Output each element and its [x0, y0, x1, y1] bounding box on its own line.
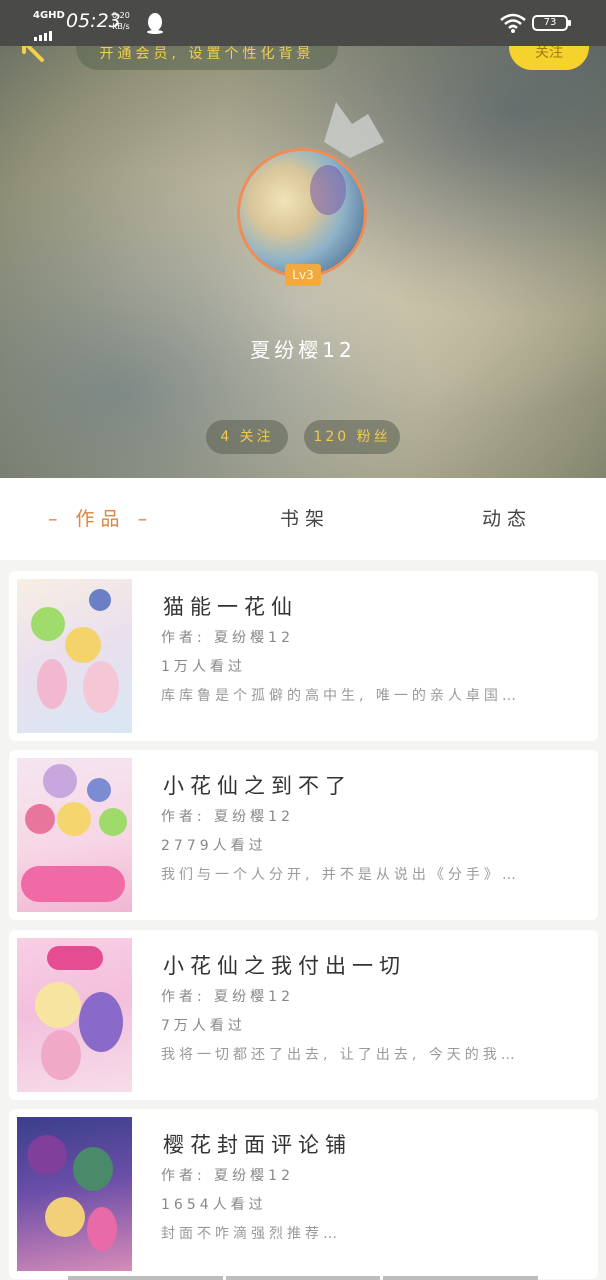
- work-views: 7万人看过: [161, 1018, 246, 1034]
- tab-bookshelf[interactable]: 书架: [280, 504, 330, 531]
- work-description: 我们与一个人分开, 并不是从说出《分手》…: [161, 867, 520, 883]
- work-description: 库库鲁是个孤僻的高中生, 唯一的亲人卓国…: [161, 688, 520, 704]
- following-count-button[interactable]: 4 关注: [206, 420, 288, 454]
- wifi-icon: [500, 13, 526, 33]
- battery-icon: 73: [532, 15, 571, 31]
- work-card[interactable]: 樱花封面评论铺 作者: 夏纷樱12 1654人看过 封面不咋滴强烈推荐…: [9, 1109, 598, 1279]
- work-cover-image[interactable]: [17, 938, 132, 1092]
- profile-tabs: – 作品 – 书架 动态: [0, 478, 606, 560]
- username: 夏纷樱12: [250, 338, 356, 362]
- work-author: 作者: 夏纷樱12: [161, 989, 294, 1005]
- follow-button[interactable]: 关注: [509, 46, 589, 70]
- speed-unit: KB/s: [112, 22, 130, 31]
- crown-icon: [324, 102, 384, 158]
- battery-level: 73: [543, 17, 557, 28]
- level-badge: Lv3: [285, 264, 321, 286]
- speed-value: 0.20: [112, 11, 130, 20]
- work-title[interactable]: 小花仙之到不了: [163, 770, 352, 800]
- signal-icon: [34, 22, 54, 41]
- tab-moments[interactable]: 动态: [482, 504, 532, 531]
- status-bar: 4GHD 05:23 0.20 KB/s 73: [0, 0, 606, 46]
- back-arrow-icon[interactable]: [18, 46, 48, 68]
- work-cover-image[interactable]: [17, 579, 132, 733]
- work-views: 1万人看过: [161, 659, 246, 675]
- work-title[interactable]: 樱花封面评论铺: [163, 1129, 352, 1159]
- work-views: 2779人看过: [161, 838, 267, 854]
- network-indicator: 4GHD: [33, 10, 65, 21]
- qq-icon: [147, 13, 163, 34]
- network-speed: 0.20 KB/s: [112, 10, 130, 32]
- vip-background-notice[interactable]: 开通会员, 设置个性化背景: [76, 46, 338, 70]
- work-description: 封面不咋滴强烈推荐…: [161, 1226, 341, 1242]
- work-card[interactable]: 小花仙之我付出一切 作者: 夏纷樱12 7万人看过 我将一切都还了出去, 让了出…: [9, 930, 598, 1100]
- work-author: 作者: 夏纷樱12: [161, 1168, 294, 1184]
- tab-works[interactable]: – 作品 –: [48, 504, 153, 531]
- work-author: 作者: 夏纷樱12: [161, 630, 294, 646]
- profile-header: 开通会员, 设置个性化背景 关注 Lv3 夏纷樱12 4 关注 120 粉丝: [0, 46, 606, 478]
- work-card[interactable]: 小花仙之到不了 作者: 夏纷樱12 2779人看过 我们与一个人分开, 并不是从…: [9, 750, 598, 920]
- work-author: 作者: 夏纷樱12: [161, 809, 294, 825]
- work-card[interactable]: 猫能一花仙 作者: 夏纷樱12 1万人看过 库库鲁是个孤僻的高中生, 唯一的亲人…: [9, 571, 598, 741]
- avatar[interactable]: [237, 148, 367, 278]
- work-title[interactable]: 猫能一花仙: [163, 591, 298, 621]
- work-cover-image[interactable]: [17, 1117, 132, 1271]
- work-views: 1654人看过: [161, 1197, 267, 1213]
- work-title[interactable]: 小花仙之我付出一切: [163, 950, 406, 980]
- work-cover-image[interactable]: [17, 758, 132, 912]
- bottom-divider: [68, 1276, 539, 1280]
- work-description: 我将一切都还了出去, 让了出去, 今天的我…: [161, 1047, 519, 1063]
- fans-count-button[interactable]: 120 粉丝: [304, 420, 400, 454]
